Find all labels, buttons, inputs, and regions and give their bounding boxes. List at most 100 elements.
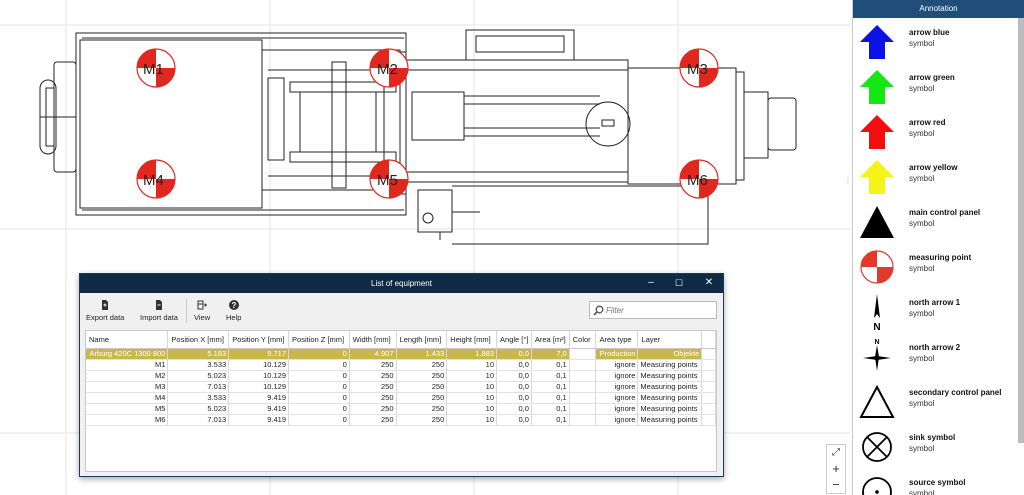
view-button[interactable]: View [194,300,210,322]
cell-area-type[interactable]: ignore [595,359,639,371]
table-row[interactable]: M4 3.533 9.419 0 250 250 10 0,0 0,1 ignore Measuri… [86,392,716,404]
cell-width[interactable]: 250 [349,414,397,426]
cell-layer[interactable]: Measuring points [637,381,703,393]
cell-layer[interactable]: Measuring points [637,359,703,371]
cell-area[interactable]: 0,1 [531,403,570,415]
cell-layer[interactable]: Measuring points [637,403,703,415]
cell-area[interactable]: 0,1 [531,381,570,393]
export-data-button[interactable]: Export data [86,300,124,322]
column-header[interactable]: Area type [595,331,639,349]
cell-angle[interactable]: 0,0 [496,381,532,393]
column-header[interactable]: Length [mm] [396,331,448,349]
cell-area[interactable]: 7,0 [531,348,570,360]
column-header[interactable]: Angle [°] [496,331,532,349]
table-row[interactable]: M5 5.023 9.419 0 250 250 10 0,0 0,1 ignore Measuri… [86,403,716,415]
cell-area[interactable]: 0,1 [531,359,570,371]
cell-length[interactable]: 250 [396,370,448,382]
annotation-item[interactable]: arrow blue symbol [853,20,1019,64]
column-header[interactable]: Position Y [mm] [228,331,290,349]
cell-area[interactable]: 0,1 [531,392,570,404]
annotation-item[interactable]: arrow red symbol [853,110,1019,154]
annotation-item[interactable]: sink symbol symbol [853,425,1019,469]
cell-y[interactable]: 9.419 [228,403,290,415]
cell-area-type[interactable]: ignore [595,403,639,415]
column-header[interactable]: Layer [637,331,703,349]
cell-width[interactable]: 250 [349,359,397,371]
annotation-item[interactable]: Nnorth arrow 2 symbol [853,335,1019,379]
annotation-item[interactable]: arrow green symbol [853,65,1019,109]
cell-y[interactable]: 10.129 [228,381,290,393]
cell-layer[interactable]: Objekte [637,348,703,360]
cell-length[interactable]: 250 [396,392,448,404]
cell-height[interactable]: 10 [446,381,498,393]
annotation-item[interactable]: main control panel symbol [853,200,1019,244]
cell-height[interactable]: 1.883 [446,348,498,360]
cell-y[interactable]: 10.129 [228,370,290,382]
cell-z[interactable]: 0 [288,381,350,393]
annotation-item[interactable]: Nnorth arrow 1 symbol [853,290,1019,334]
zoom-fit-button[interactable]: ⤢ [827,445,845,461]
cell-name[interactable]: M3 [86,381,169,393]
column-header[interactable]: Area [m²] [531,331,570,349]
cell-z[interactable]: 0 [288,359,350,371]
cell-width[interactable]: 250 [349,381,397,393]
cell-x[interactable]: 3.533 [167,359,230,371]
cell-width[interactable]: 250 [349,370,397,382]
table-row[interactable]: M3 7.013 10.129 0 250 250 10 0,0 0,1 ignore Measur… [86,381,716,393]
cell-color[interactable] [569,370,597,382]
annotation-item[interactable]: arrow yellow symbol [853,155,1019,199]
cell-angle[interactable]: 0,0 [496,403,532,415]
zoom-out-button[interactable]: − [827,477,845,493]
cell-length[interactable]: 1.433 [396,348,448,360]
maximize-button[interactable]: ☐ [669,276,689,290]
filter-input[interactable] [606,304,714,317]
cell-width[interactable]: 250 [349,392,397,404]
annotation-item[interactable]: secondary control panel symbol [853,380,1019,424]
cell-layer[interactable]: Measuring points [637,370,703,382]
window-title-bar[interactable]: List of equipment ‒ ☐ ✕ [80,274,723,293]
cell-height[interactable]: 10 [446,370,498,382]
cell-height[interactable]: 10 [446,414,498,426]
cell-angle[interactable]: 0,0 [496,359,532,371]
table-row[interactable]: M2 5.023 10.129 0 250 250 10 0,0 0,1 ignore Measur… [86,370,716,382]
scrollbar-thumb[interactable] [1018,18,1024,443]
cell-x[interactable]: 5.183 [167,348,230,360]
cell-area-type[interactable]: ignore [595,370,639,382]
close-button[interactable]: ✕ [699,276,719,290]
column-header[interactable]: Height [mm] [446,331,498,349]
cell-area-type[interactable]: ignore [595,381,639,393]
cell-color[interactable] [569,414,597,426]
cell-y[interactable]: 9.419 [228,414,290,426]
column-header[interactable]: Name [86,331,169,349]
cell-width[interactable]: 4.907 [349,348,397,360]
cell-length[interactable]: 250 [396,414,448,426]
column-header[interactable]: Position Z [mm] [288,331,350,349]
cell-x[interactable]: 5.023 [167,403,230,415]
cell-z[interactable]: 0 [288,348,350,360]
cell-angle[interactable]: 0,0 [496,348,532,360]
minimize-button[interactable]: ‒ [641,276,661,290]
column-header[interactable]: Position X [mm] [167,331,230,349]
cell-width[interactable]: 250 [349,403,397,415]
cell-x[interactable]: 3.533 [167,392,230,404]
cell-area[interactable]: 0,1 [531,414,570,426]
table-row[interactable]: Arburg 420C 1300 800 5.183 9.717 0 4.907 1.43… [86,348,716,360]
cell-name[interactable]: Arburg 420C 1300 800 [86,348,169,360]
cell-angle[interactable]: 0,0 [496,370,532,382]
cell-name[interactable]: M1 [86,359,169,371]
table-row[interactable]: M6 7.013 9.419 0 250 250 10 0,0 0,1 ignore Measuri… [86,414,716,426]
panel-splitter[interactable]: ⁞ [847,178,851,186]
cell-color[interactable] [569,392,597,404]
cell-z[interactable]: 0 [288,403,350,415]
annotation-scrollbar[interactable] [1018,18,1024,443]
annotation-item[interactable]: measuring point symbol [853,245,1019,289]
cell-z[interactable]: 0 [288,392,350,404]
cell-height[interactable]: 10 [446,392,498,404]
cell-x[interactable]: 7.013 [167,381,230,393]
cell-angle[interactable]: 0,0 [496,392,532,404]
cell-name[interactable]: M6 [86,414,169,426]
annotation-item[interactable]: source symbol symbol [853,470,1019,495]
cell-area-type[interactable]: ignore [595,414,639,426]
cell-length[interactable]: 250 [396,359,448,371]
column-header[interactable]: Color [569,331,597,349]
